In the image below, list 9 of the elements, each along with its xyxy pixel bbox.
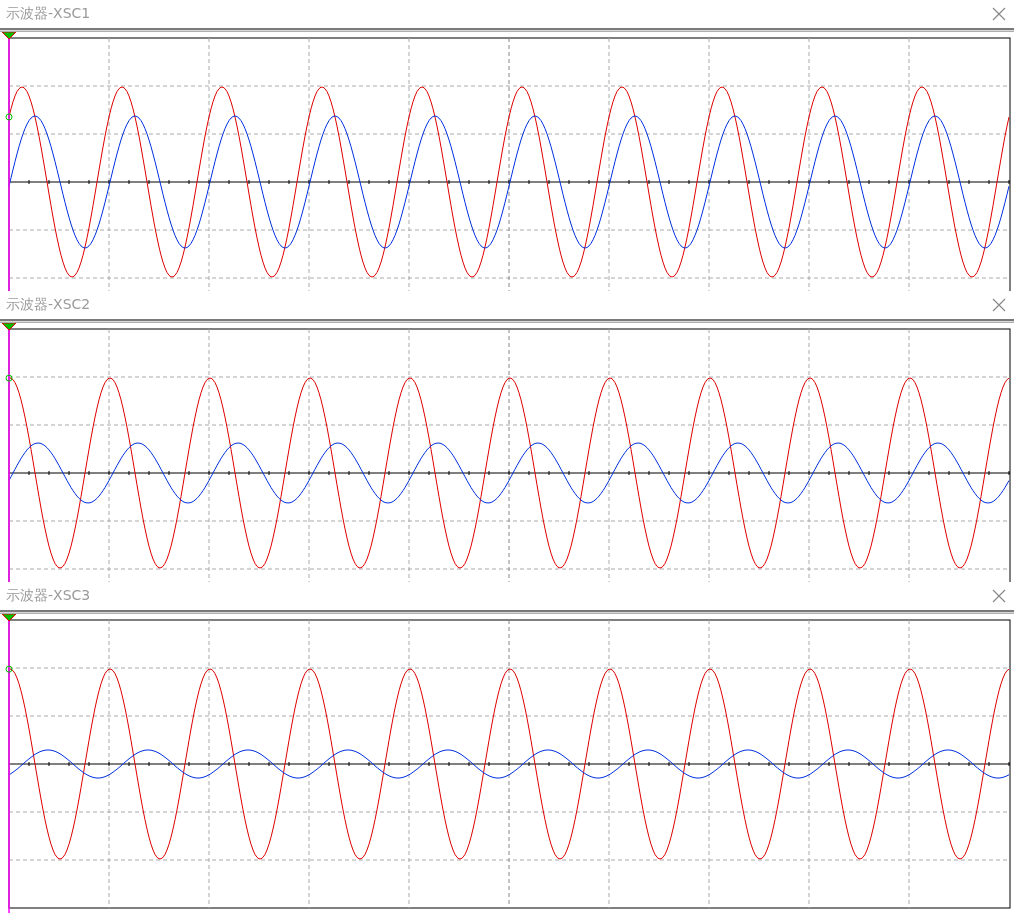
trigger-marker-icon bbox=[5, 374, 13, 382]
window-title: 示波器-XSC3 bbox=[6, 587, 91, 605]
close-icon[interactable] bbox=[992, 7, 1006, 21]
trigger-marker-icon bbox=[5, 113, 13, 121]
trigger-marker-icon bbox=[5, 665, 13, 673]
window-title: 示波器-XSC1 bbox=[6, 5, 91, 23]
close-icon[interactable] bbox=[992, 589, 1006, 603]
close-icon[interactable] bbox=[992, 298, 1006, 312]
window-title: 示波器-XSC2 bbox=[6, 296, 91, 314]
